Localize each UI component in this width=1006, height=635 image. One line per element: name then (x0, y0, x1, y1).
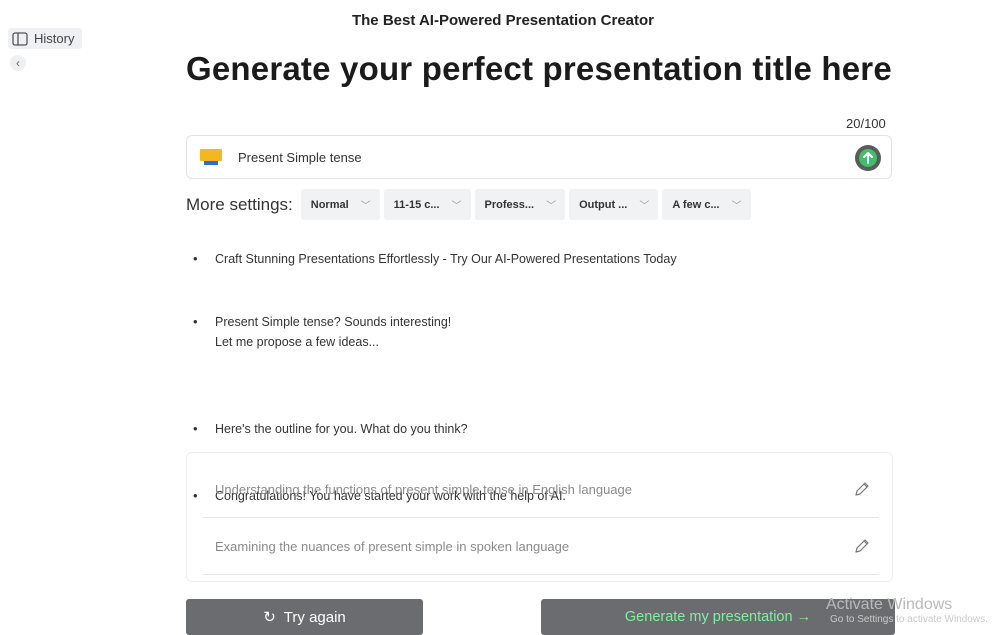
chat-message-line: Present Simple tense? Sounds interesting… (215, 315, 452, 329)
presentation-icon (200, 149, 222, 165)
chat-message: Here's the outline for you. What do you … (193, 419, 893, 439)
topic-input[interactable]: Present Simple tense (186, 135, 892, 179)
chat-message: Craft Stunning Presentations Effortlessl… (193, 249, 893, 269)
outline-item[interactable]: Understanding the functions of present s… (203, 461, 879, 518)
dropdown-output-language[interactable]: Output ... ﹀ (569, 189, 659, 220)
pencil-icon[interactable] (853, 537, 871, 555)
settings-bar: More settings: Normal ﹀ 11-15 c... ﹀ Profe… (186, 189, 755, 220)
chat-message: Present Simple tense? Sounds interesting… (193, 312, 893, 352)
outline-panel: Understanding the functions of present s… (186, 452, 893, 582)
try-again-label: Try again (283, 608, 346, 626)
history-button[interactable]: History (8, 28, 83, 49)
outline-item[interactable]: Examining the nuances of present simple … (203, 518, 879, 575)
outline-item-text: Examining the nuances of present simple … (215, 538, 570, 554)
chevron-down-icon: ﹀ (731, 201, 742, 212)
topic-value[interactable]: Present Simple tense (238, 150, 362, 165)
chat-message-line: Let me propose a few ideas... (215, 335, 379, 349)
generate-label: Generate my presentation → (624, 609, 812, 625)
windows-watermark-sub: Go to Settings to activate Windows. (830, 614, 988, 625)
send-button[interactable] (855, 145, 881, 171)
char-counter: 20/100 (846, 116, 886, 131)
chevron-down-icon: ﹀ (451, 201, 462, 212)
windows-watermark: Activate Windows (826, 596, 953, 613)
dropdown-image-amount[interactable]: A few c... ﹀ (662, 189, 751, 220)
pencil-icon[interactable] (853, 480, 871, 498)
outline-item-text: Understanding the functions of present s… (215, 481, 632, 497)
tagline: The Best AI-Powered Presentation Creator (351, 12, 654, 26)
chevron-down-icon: ﹀ (546, 201, 557, 212)
dropdown-text-amount[interactable]: Normal ﹀ (300, 189, 380, 220)
refresh-icon: ↻ (263, 609, 276, 626)
settings-label: More settings: (186, 194, 293, 214)
sidebar-panel-icon (12, 31, 28, 46)
dropdown-slide-count[interactable]: 11-15 c... ﹀ (383, 189, 471, 220)
page-title: Generate your perfect presentation title… (186, 50, 892, 87)
chevron-down-icon: ﹀ (639, 201, 650, 212)
chevron-left-icon[interactable]: ‹ (10, 55, 26, 71)
history-label: History (34, 31, 75, 46)
dropdown-tone[interactable]: Profess... ﹀ (474, 189, 566, 220)
arrow-up-icon (859, 149, 877, 167)
chat-messages: Craft Stunning Presentations Effortlessl… (193, 244, 893, 506)
chevron-down-icon: ﹀ (360, 201, 371, 212)
